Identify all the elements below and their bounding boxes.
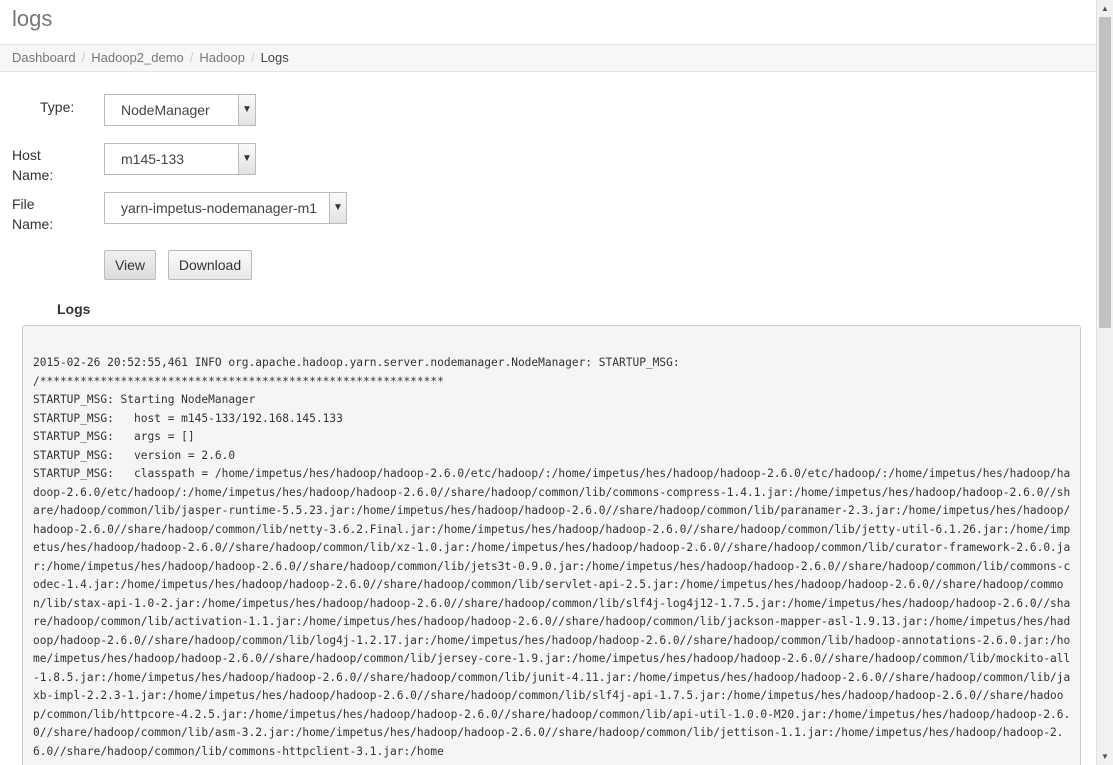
page: logs Dashboard / Hadoop2_demo / Hadoop / Logs … (0, 0, 1096, 765)
chevron-down-icon[interactable]: ▼ (238, 144, 255, 174)
log-line: 2015-02-26 20:52:55,461 INFO org.apache.… (33, 356, 680, 369)
breadcrumb-separator: / (189, 50, 194, 65)
host-name-label: Host Name: (12, 147, 54, 183)
log-output: 2015-02-26 20:52:55,461 INFO org.apache.… (33, 354, 1071, 761)
arrow-up-icon[interactable]: ▲ (1097, 0, 1113, 17)
chevron-down-icon[interactable]: ▼ (329, 193, 346, 223)
file-name-label: File Name: (12, 196, 54, 232)
breadcrumb-hadoop[interactable]: Hadoop (199, 50, 245, 65)
arrow-down-icon[interactable]: ▼ (1097, 748, 1113, 765)
view-button[interactable]: View (104, 250, 156, 280)
log-line: /***************************************… (33, 374, 444, 388)
logs-heading: Logs (57, 301, 91, 317)
chevron-down-icon[interactable]: ▼ (238, 95, 255, 125)
file-name-select-value: yarn-impetus-nodemanager-m1 (121, 200, 318, 216)
page-title: logs (12, 6, 53, 31)
log-line: STARTUP_MSG: Starting NodeManager (33, 393, 256, 406)
breadcrumb: Dashboard / Hadoop2_demo / Hadoop / Logs (0, 44, 1096, 72)
log-line: STARTUP_MSG: version = 2.6.0 (33, 448, 236, 462)
scrollbar-thumb[interactable] (1099, 17, 1111, 328)
type-select-value: NodeManager (121, 102, 210, 118)
log-line: STARTUP_MSG: args = [] (33, 430, 195, 443)
page-scrollbar[interactable]: ▲ ▼ (1096, 0, 1113, 765)
log-output-panel[interactable]: 2015-02-26 20:52:55,461 INFO org.apache.… (22, 325, 1081, 765)
log-line: STARTUP_MSG: classpath = /home/impetus/h… (33, 467, 1071, 758)
type-label: Type: (40, 99, 75, 115)
breadcrumb-dashboard[interactable]: Dashboard (12, 50, 76, 65)
host-name-select-value: m145-133 (121, 151, 185, 167)
file-name-select[interactable]: yarn-impetus-nodemanager-m1 ▼ (104, 192, 347, 224)
breadcrumb-current: Logs (260, 50, 289, 65)
log-line: STARTUP_MSG: host = m145-133/192.168.145… (33, 411, 343, 425)
type-select[interactable]: NodeManager ▼ (104, 94, 256, 126)
download-button[interactable]: Download (168, 250, 252, 280)
breadcrumb-separator: / (81, 50, 86, 65)
host-name-select[interactable]: m145-133 ▼ (104, 143, 256, 175)
breadcrumb-hadoop2-demo[interactable]: Hadoop2_demo (91, 50, 184, 65)
breadcrumb-separator: / (250, 50, 255, 65)
